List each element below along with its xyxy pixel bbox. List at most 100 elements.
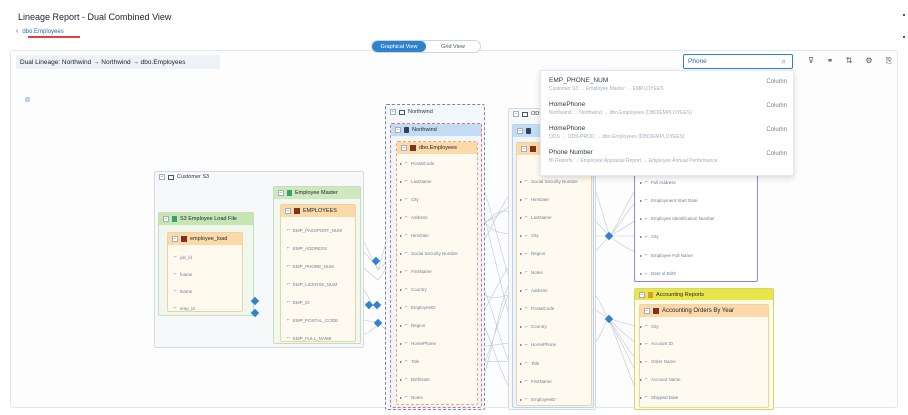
expand-arrow-icon[interactable]: ▸ — [400, 377, 402, 382]
employee-load-table[interactable]: − employee_load ⌐ job_id ⌐ fname ⌐ lname ⌐ e… — [167, 232, 243, 312]
field-row[interactable]: ▸ ⌐ EmployeeID — [520, 396, 555, 402]
expand-arrow-icon[interactable]: ▸ — [400, 233, 402, 238]
expand-arrow-icon[interactable]: ▸ — [640, 271, 642, 276]
expand-arrow-icon[interactable]: ▸ — [520, 270, 522, 275]
field-row[interactable]: ⌐ EMP_ID — [287, 299, 310, 305]
expand-arrow-icon[interactable]: ▸ — [520, 342, 522, 347]
expand-arrow-icon[interactable]: ▸ — [640, 234, 642, 239]
field-row[interactable]: ▸ ⌐ BirthDate — [400, 376, 430, 382]
field-row[interactable]: ▸ ⌐ Address — [400, 214, 427, 220]
employees-table[interactable]: − EMPLOYEES ⌐ EMP_PASSPORT_NUM ⌐ EMP_ADDRE… — [280, 204, 356, 342]
field-row[interactable]: ▸ ⌐ City — [520, 233, 539, 239]
field-row[interactable]: ⌐ EMP_FULL_NAME — [287, 335, 332, 341]
expand-arrow-icon[interactable]: ▸ — [520, 215, 522, 220]
field-row[interactable]: ▸ ⌐ HireDate — [400, 232, 429, 238]
field-row[interactable]: ▸ ⌐ Order Name — [640, 359, 676, 365]
expand-arrow-icon[interactable]: ▸ — [400, 215, 402, 220]
field-row[interactable]: ▸ ⌐ Region — [400, 322, 425, 328]
collapse-icon[interactable]: − — [513, 111, 519, 117]
expand-arrow-icon[interactable]: ▸ — [400, 341, 402, 346]
field-row[interactable]: ⌐ EMP_ADDRESS — [287, 245, 327, 251]
expand-arrow-icon[interactable]: ▸ — [400, 359, 402, 364]
expand-arrow-icon[interactable]: ▸ — [400, 179, 402, 184]
field-row[interactable]: ⌐ EMP_PHONE_NUM — [287, 263, 334, 269]
accounting-orders-table[interactable]: − Accounting Orders By Year — [639, 304, 769, 408]
expand-arrow-icon[interactable]: ▸ — [520, 306, 522, 311]
field-row[interactable]: ▸ ⌐ PostalCode — [520, 305, 554, 311]
field-row[interactable]: ▸ ⌐ LastName — [520, 214, 551, 220]
field-row[interactable]: ▸ ⌐ Employee Identification Number — [640, 216, 715, 222]
field-row[interactable]: ▸ ⌐ HomePhone — [400, 340, 436, 346]
expand-arrow-icon[interactable]: ▸ — [520, 197, 522, 202]
search-result[interactable]: HomePhone Northwind → Northwind → dbo.Em… — [549, 101, 787, 116]
expand-arrow-icon[interactable]: ▸ — [640, 359, 642, 364]
field-row[interactable]: ▸ ⌐ LastName — [400, 178, 431, 184]
expand-arrow-icon[interactable]: ▸ — [400, 269, 402, 274]
field-row[interactable]: ⌐ fname — [174, 271, 192, 277]
expand-arrow-icon[interactable]: ▸ — [640, 377, 642, 382]
field-row[interactable]: ⌐ EMP_PASSPORT_NUM — [287, 227, 342, 233]
field-row[interactable]: ▸ ⌐ Address — [520, 287, 547, 293]
expand-arrow-icon[interactable]: ▸ — [640, 341, 642, 346]
field-row[interactable]: ▸ ⌐ Date of Birth — [640, 271, 676, 277]
field-row[interactable]: ▸ ⌐ Notes — [400, 394, 423, 400]
expand-arrow-icon[interactable]: ▸ — [400, 305, 402, 310]
field-row[interactable]: ⌐ job_id — [174, 254, 192, 260]
collapse-icon[interactable]: − — [159, 174, 165, 180]
field-row[interactable]: ▸ ⌐ Employment Start Date — [640, 197, 697, 203]
expand-arrow-icon[interactable]: ▸ — [640, 253, 642, 258]
expand-arrow-icon[interactable]: ▸ — [640, 395, 642, 400]
expand-arrow-icon[interactable]: ▸ — [520, 288, 522, 293]
collapse-icon[interactable]: − — [401, 145, 407, 151]
expand-arrow-icon[interactable]: ▸ — [400, 287, 402, 292]
expand-arrow-icon[interactable]: ▸ — [640, 324, 642, 329]
field-row[interactable]: ▸ ⌐ Social Security Number — [520, 178, 578, 184]
collapse-icon[interactable]: − — [395, 127, 401, 133]
bi-report-node[interactable] — [634, 172, 758, 282]
field-row[interactable]: ▸ ⌐ Employee Full Name — [640, 252, 693, 258]
expand-arrow-icon[interactable]: ▸ — [520, 324, 522, 329]
field-row[interactable]: ⌐ EMP_LICENSE_NUM — [287, 281, 337, 287]
field-row[interactable]: ▸ ⌐ Title — [400, 358, 419, 364]
expand-arrow-icon[interactable]: ▸ — [400, 395, 402, 400]
expand-arrow-icon[interactable]: ▸ — [400, 323, 402, 328]
collapse-icon[interactable]: − — [390, 109, 396, 115]
field-row[interactable]: ▸ ⌐ FirstName — [520, 378, 552, 384]
field-row[interactable]: ▸ ⌐ Country — [400, 286, 427, 292]
field-row[interactable]: ▸ ⌐ Full Address — [640, 179, 676, 185]
search-result[interactable]: Phone Number BI Reports → Employee Appra… — [549, 149, 787, 164]
collapse-icon[interactable]: − — [172, 236, 178, 242]
employee-master-node[interactable]: − Employee Master − EMPLOYEES ⌐ EMP_PASSP… — [273, 186, 361, 344]
field-row[interactable]: ⌐ EMP_POSTAL_CODE — [287, 317, 338, 323]
collapse-icon[interactable]: − — [517, 128, 523, 134]
field-row[interactable]: ▸ ⌐ Shipped Date — [640, 394, 678, 400]
field-row[interactable]: ▸ ⌐ Account ID — [640, 341, 673, 347]
field-row[interactable]: ⌐ lname — [174, 288, 192, 294]
expand-arrow-icon[interactable]: ▸ — [520, 361, 522, 366]
field-row[interactable]: ▸ ⌐ EmployeeID — [400, 304, 435, 310]
expand-arrow-icon[interactable]: ▸ — [640, 180, 642, 185]
collapse-icon[interactable]: − — [521, 146, 527, 152]
field-row[interactable]: ▸ ⌐ City — [640, 323, 659, 329]
collapse-icon[interactable]: − — [163, 216, 169, 222]
field-row[interactable]: ▸ ⌐ Social Security Number — [400, 250, 458, 256]
collapse-icon[interactable]: − — [278, 190, 284, 196]
field-row[interactable]: ⌐ emp_id — [174, 305, 195, 311]
search-result[interactable]: EMP_PHONE_NUM Customer S3 → Employee Mas… — [549, 77, 787, 92]
collapse-icon[interactable]: − — [644, 308, 650, 314]
collapse-icon[interactable]: − — [639, 291, 645, 298]
expand-arrow-icon[interactable]: ▸ — [640, 216, 642, 221]
field-row[interactable]: ▸ ⌐ HireDate — [520, 196, 549, 202]
field-row[interactable]: ▸ ⌐ Title — [520, 360, 539, 366]
expand-arrow-icon[interactable]: ▸ — [640, 198, 642, 203]
expand-arrow-icon[interactable]: ▸ — [400, 251, 402, 256]
field-row[interactable]: ▸ ⌐ Notes — [520, 269, 543, 275]
expand-arrow-icon[interactable]: ▸ — [520, 179, 522, 184]
field-row[interactable]: ▸ ⌐ Country — [520, 324, 547, 330]
expand-arrow-icon[interactable]: ▸ — [520, 251, 522, 256]
expand-arrow-icon[interactable]: ▸ — [400, 161, 402, 166]
field-row[interactable]: ▸ ⌐ PostalCode — [400, 160, 434, 166]
expand-arrow-icon[interactable]: ▸ — [520, 379, 522, 384]
accounting-reports-node[interactable]: − Accounting Reports − Accounting Orders… — [634, 288, 774, 410]
field-row[interactable]: ▸ ⌐ Account Name — [640, 376, 680, 382]
